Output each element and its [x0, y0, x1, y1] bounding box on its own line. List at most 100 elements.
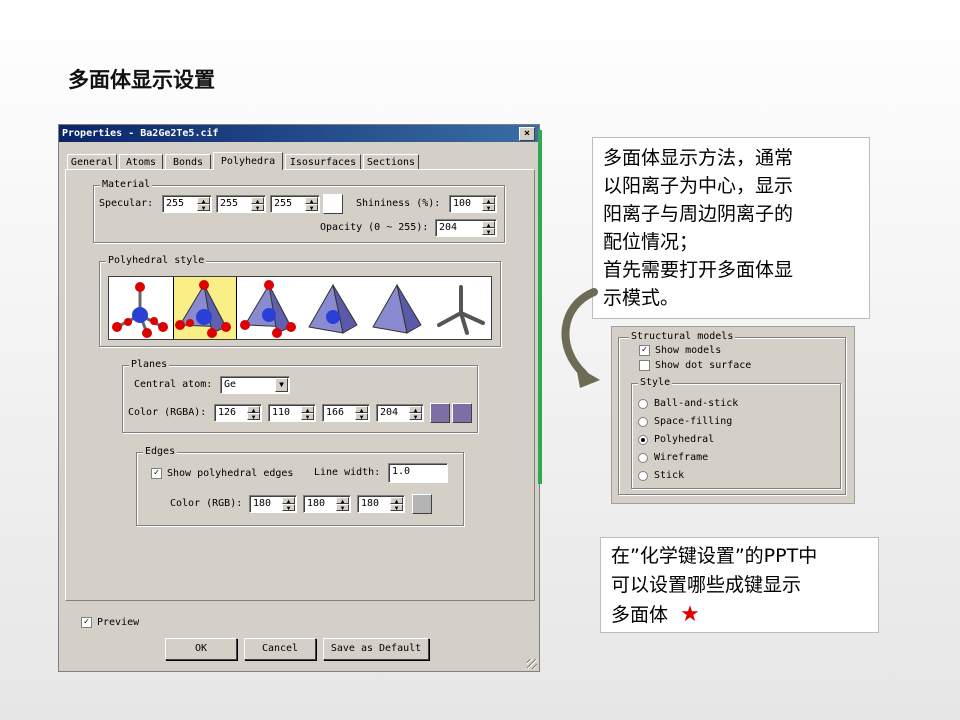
- style-label: Ball-and-stick: [654, 398, 739, 409]
- spin-down-icon[interactable]: ▼: [409, 413, 422, 421]
- spin-up-icon[interactable]: ▲: [482, 221, 495, 229]
- central-atom-label: Central atom:: [134, 379, 213, 390]
- spin-down-icon[interactable]: ▼: [282, 504, 295, 512]
- structural-models-panel: Structural models ✓ Show models Show dot…: [611, 326, 855, 504]
- tab-atoms[interactable]: Atoms: [119, 154, 163, 169]
- style-option-polyhedron-balls[interactable]: [173, 277, 237, 339]
- style-label: Wireframe: [654, 452, 709, 463]
- edges-g-spinner[interactable]: 180 ▲ ▼: [303, 495, 351, 513]
- spin-down-icon[interactable]: ▼: [305, 204, 318, 212]
- spin-down-icon[interactable]: ▼: [251, 204, 264, 212]
- style-legend: Style: [638, 377, 673, 389]
- properties-dialog: Properties - Ba2Ge2Te5.cif × General Ato…: [58, 124, 540, 672]
- style-label: Stick: [654, 470, 685, 481]
- spin-down-icon[interactable]: ▼: [355, 413, 368, 421]
- tab-polyhedra[interactable]: Polyhedra: [213, 152, 283, 170]
- spin-up-icon[interactable]: ▲: [197, 197, 210, 205]
- spin-up-icon[interactable]: ▲: [355, 406, 368, 414]
- spin-up-icon[interactable]: ▲: [301, 406, 314, 414]
- spin-down-icon[interactable]: ▼: [482, 228, 495, 236]
- style-radio-polyhedral[interactable]: [638, 435, 648, 445]
- callout-line: 以阳离子为中心，显示: [603, 175, 794, 197]
- cancel-button[interactable]: Cancel: [244, 638, 316, 660]
- spin-up-icon[interactable]: ▲: [251, 197, 264, 205]
- callout-line: 首先需要打开多面体显: [603, 259, 794, 281]
- edges-b-spinner[interactable]: 180 ▲ ▼: [357, 495, 405, 513]
- polyhedron-center-icon: [308, 283, 358, 334]
- tab-isosurfaces[interactable]: Isosurfaces: [285, 154, 361, 169]
- spin-down-icon[interactable]: ▼: [247, 413, 260, 421]
- spin-up-icon[interactable]: ▲: [482, 197, 495, 205]
- edges-color-label: Color (RGB):: [170, 498, 243, 509]
- planes-b-spinner[interactable]: 166 ▲ ▼: [322, 404, 370, 422]
- dialog-titlebar: Properties - Ba2Ge2Te5.cif ×: [59, 125, 539, 142]
- spin-down-icon[interactable]: ▼: [336, 504, 349, 512]
- show-dot-surface-checkbox[interactable]: [639, 360, 650, 371]
- polyhedron-ball-icon: [175, 280, 231, 338]
- ok-button[interactable]: OK: [165, 638, 237, 660]
- planes-g-value: 110: [272, 407, 291, 418]
- show-edges-checkbox[interactable]: ✓: [151, 468, 162, 479]
- specular-b-spinner[interactable]: 255 ▲ ▼: [270, 195, 320, 213]
- slide-title: 多面体显示设置: [68, 68, 215, 92]
- tab-bonds[interactable]: Bonds: [165, 154, 211, 169]
- note-line: 在”化学键设置”的PPT中: [611, 545, 818, 567]
- close-icon[interactable]: ×: [519, 127, 535, 141]
- spin-down-icon[interactable]: ▼: [301, 413, 314, 421]
- polyhedral-style-group: Polyhedral style: [99, 255, 501, 347]
- specular-g-spinner[interactable]: 255 ▲ ▼: [216, 195, 266, 213]
- background-window-edge: [538, 130, 542, 484]
- chevron-down-icon[interactable]: ▼: [275, 378, 288, 392]
- planes-color-swatch-alpha[interactable]: [452, 403, 472, 423]
- callout-line: 配位情况；: [603, 231, 699, 253]
- edges-r-value: 180: [253, 498, 272, 509]
- planes-b-value: 166: [326, 407, 345, 418]
- callout-line: 阳离子与周边阴离子的: [603, 203, 794, 225]
- edges-color-swatch[interactable]: [412, 494, 432, 514]
- preview-checkbox[interactable]: ✓: [81, 617, 92, 628]
- edges-r-spinner[interactable]: 180 ▲ ▼: [249, 495, 297, 513]
- polyhedral-style-legend: Polyhedral style: [106, 255, 207, 267]
- planes-r-spinner[interactable]: 126 ▲ ▼: [214, 404, 262, 422]
- opacity-spinner[interactable]: 204 ▲ ▼: [435, 219, 497, 237]
- spin-up-icon[interactable]: ▲: [305, 197, 318, 205]
- spin-down-icon[interactable]: ▼: [197, 204, 210, 212]
- style-radio-wireframe[interactable]: [638, 453, 648, 463]
- tab-general[interactable]: General: [67, 154, 117, 169]
- central-atom-value: Ge: [224, 379, 237, 390]
- spin-down-icon[interactable]: ▼: [482, 204, 495, 212]
- shininess-spinner[interactable]: 100 ▲ ▼: [449, 195, 497, 213]
- planes-g-spinner[interactable]: 110 ▲ ▼: [268, 404, 316, 422]
- tab-sections[interactable]: Sections: [363, 154, 419, 169]
- dialog-title: Properties - Ba2Ge2Te5.cif: [62, 128, 219, 139]
- material-legend: Material: [100, 179, 153, 191]
- specular-color-swatch[interactable]: [323, 194, 343, 214]
- spin-up-icon[interactable]: ▲: [336, 497, 349, 505]
- spin-up-icon[interactable]: ▲: [247, 406, 260, 414]
- style-option-polyhedron-center[interactable]: [301, 277, 365, 339]
- spin-down-icon[interactable]: ▼: [390, 504, 403, 512]
- style-radio-ball-and-stick[interactable]: [638, 399, 648, 409]
- shininess-label: Shininess (%):: [356, 198, 441, 209]
- line-width-input[interactable]: 1.0: [388, 463, 448, 483]
- opacity-value: 204: [439, 222, 458, 233]
- style-option-ball-stick[interactable]: [109, 277, 173, 339]
- planes-color-swatch[interactable]: [430, 403, 450, 423]
- show-models-checkbox[interactable]: ✓: [639, 345, 650, 356]
- spin-up-icon[interactable]: ▲: [409, 406, 422, 414]
- save-as-default-button[interactable]: Save as Default: [323, 638, 429, 660]
- style-group: Style Ball-and-stick Space-filling Polyh…: [631, 377, 841, 489]
- spin-up-icon[interactable]: ▲: [282, 497, 295, 505]
- specular-b-value: 255: [274, 198, 293, 209]
- style-option-polyhedron-vertices[interactable]: [237, 277, 301, 339]
- planes-a-spinner[interactable]: 204 ▲ ▼: [376, 404, 424, 422]
- style-radio-stick[interactable]: [638, 471, 648, 481]
- style-radio-space-filling[interactable]: [638, 417, 648, 427]
- specular-r-spinner[interactable]: 255 ▲ ▼: [162, 195, 212, 213]
- resize-grip-icon[interactable]: [527, 659, 537, 669]
- style-option-stick[interactable]: [429, 277, 493, 339]
- central-atom-select[interactable]: Ge ▼: [220, 376, 290, 394]
- material-group: Material Specular: 255 ▲ ▼ 255 ▲ ▼ 255 ▲ ▼ …: [93, 179, 505, 243]
- style-option-polyhedron-only[interactable]: [365, 277, 429, 339]
- spin-up-icon[interactable]: ▲: [390, 497, 403, 505]
